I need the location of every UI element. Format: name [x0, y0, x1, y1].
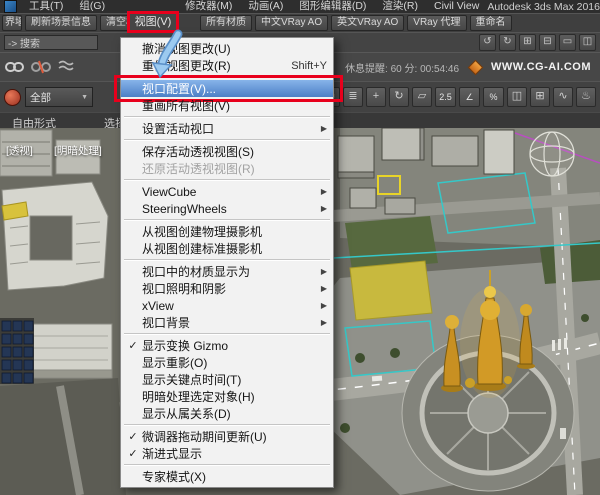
views-menu-dropdown: 撤消视图更改(U) 重做视图更改(R) Shift+Y 视口配置(V)... 重画…	[114, 37, 343, 488]
menu-item-progressive-display[interactable]: ✓ 渐进式显示	[121, 445, 333, 462]
menu-item-update-during-spinner-drag[interactable]: ✓ 微调器拖动期间更新(U)	[121, 428, 333, 445]
select-and-move-icon[interactable]: +	[366, 87, 386, 107]
en-vray-ao-button[interactable]: 英文VRay AO	[331, 15, 405, 31]
menu-item-set-active-viewport[interactable]: 设置活动视口 ▶	[121, 120, 333, 137]
chevron-down-icon: ▼	[81, 93, 88, 101]
menu-item-show-transform-gizmo[interactable]: ✓ 显示变换 Gizmo	[121, 337, 333, 354]
menu-item-shade-selected[interactable]: 明暗处理选定对象(H)	[121, 388, 333, 405]
select-and-link-icon[interactable]	[5, 59, 25, 75]
submenu-arrow-icon: ▶	[320, 301, 327, 310]
rest-reminder-label: 休息提醒: 60 分: 00:54:46	[345, 63, 460, 75]
percent-snap-button[interactable]: %	[483, 87, 504, 107]
menu-item-show-ghosting[interactable]: 显示重影(O)	[121, 354, 333, 371]
gear-icon[interactable]	[4, 88, 21, 106]
select-and-scale-icon[interactable]: ▱	[412, 87, 432, 107]
viewport-pov-label[interactable]: [透视]	[6, 143, 33, 158]
menu-separator	[124, 464, 330, 466]
selection-filter-dropdown[interactable]: 全部 ▼	[25, 87, 93, 107]
menu-item-create-physical-camera-from-view[interactable]: 从视图创建物理摄影机	[121, 223, 333, 240]
view-menu-button[interactable]: 视图(V)	[127, 11, 179, 33]
menu-modifiers[interactable]: 修改器(M)	[177, 0, 240, 13]
menu-rendering[interactable]: 渲染(R)	[374, 0, 426, 13]
menu-item-viewport-background[interactable]: 视口背景 ▶	[121, 314, 333, 331]
menu-item-viewport-lighting-and-shadows[interactable]: 视口照明和阴影 ▶	[121, 280, 333, 297]
menu-civil-view[interactable]: Civil View	[426, 0, 487, 13]
refresh-scene-info-button[interactable]: 刷新场景信息	[25, 15, 97, 31]
menu-separator	[124, 424, 330, 426]
viewport-shading-label[interactable]: [明暗处理]	[54, 143, 102, 158]
dome-wireframe	[529, 131, 575, 177]
menu-bar: 工具(T) 组(G) 修改器(M) 动画(A) 图形编辑器(D) 渲染(R) C…	[0, 0, 600, 13]
curve-editor-icon[interactable]: ∿	[553, 87, 573, 107]
app-title: Autodesk 3ds Max 2016	[487, 0, 600, 13]
snap-toggle-button[interactable]: 2.5	[435, 87, 456, 107]
menu-item-viewcube[interactable]: ViewCube ▶	[121, 183, 333, 200]
menu-item-create-standard-camera-from-view[interactable]: 从视图创建标准摄影机	[121, 240, 333, 257]
submenu-arrow-icon: ▶	[320, 124, 327, 133]
menu-separator	[124, 116, 330, 118]
menu-group[interactable]: 组(G)	[71, 0, 113, 13]
menu-animation[interactable]: 动画(A)	[240, 0, 291, 13]
mirror-icon[interactable]: ◫	[507, 87, 527, 107]
select-and-rotate-icon[interactable]: ↻	[389, 87, 409, 107]
website-label: WWW.CG-AI.COM	[491, 61, 591, 73]
submenu-arrow-icon: ▶	[320, 204, 327, 213]
checkmark-icon: ✓	[128, 431, 138, 443]
scripts-toolbar: 界墙 刷新场景信息 清空材质信息 所有材质 中文VRay AO 英文VRay A…	[0, 13, 600, 32]
vray-proxy-button[interactable]: VRay 代理	[407, 15, 467, 31]
checkmark-icon: ✓	[128, 340, 138, 352]
render-setup-icon[interactable]: ♨	[576, 87, 596, 107]
rename-button[interactable]: 重命名	[469, 15, 512, 31]
menu-item-expert-mode[interactable]: 专家模式(X)	[121, 468, 333, 485]
menu-item-xview[interactable]: xView ▶	[121, 297, 333, 314]
undo-icon[interactable]: ↺	[479, 34, 496, 51]
menu-item-show-dependencies[interactable]: 显示从属关系(D)	[121, 405, 333, 422]
submenu-arrow-icon: ▶	[320, 187, 327, 196]
menu-tools[interactable]: 工具(T)	[21, 0, 71, 13]
all-materials-button[interactable]: 所有材质	[200, 15, 252, 31]
menu-item-material-display-in-viewport[interactable]: 视口中的材质显示为 ▶	[121, 263, 333, 280]
named-selection-icon[interactable]: ▭	[559, 34, 576, 51]
menu-item-steeringwheels[interactable]: SteeringWheels ▶	[121, 200, 333, 217]
select-by-name-icon[interactable]: ≣	[343, 87, 363, 107]
wall-script-button[interactable]: 界墙	[2, 15, 22, 31]
app-logo-icon[interactable]	[4, 0, 17, 13]
menu-item-redo-view-change[interactable]: 重做视图更改(R) Shift+Y	[121, 57, 333, 74]
menu-item-save-active-perspective-view[interactable]: 保存活动透视视图(S)	[121, 143, 333, 160]
menu-item-viewport-configuration[interactable]: 视口配置(V)...	[114, 75, 343, 102]
menu-item-redraw-all-views[interactable]: 重画所有视图(V)	[121, 97, 333, 114]
menu-separator	[124, 139, 330, 141]
redo-icon[interactable]: ↻	[499, 34, 516, 51]
bind-to-spacewarp-icon[interactable]	[57, 59, 75, 75]
angle-snap-button[interactable]: ∠	[459, 87, 480, 107]
submenu-arrow-icon: ▶	[320, 318, 327, 327]
align-icon[interactable]: ⊞	[530, 87, 550, 107]
selection-crossing-icon[interactable]: ⊟	[539, 34, 556, 51]
solar-panels	[0, 318, 34, 384]
menu-separator	[124, 219, 330, 221]
menu-separator	[124, 333, 330, 335]
toolbar-icon[interactable]: ◫	[579, 34, 596, 51]
selection-window-icon[interactable]: ⊞	[519, 34, 536, 51]
search-input[interactable]	[4, 35, 98, 50]
reminder-icon	[467, 59, 484, 75]
cn-vray-ao-button[interactable]: 中文VRay AO	[255, 15, 329, 31]
submenu-arrow-icon: ▶	[320, 284, 327, 293]
submenu-arrow-icon: ▶	[320, 267, 327, 276]
menu-graph-editors[interactable]: 图形编辑器(D)	[291, 0, 374, 13]
menu-separator	[124, 259, 330, 261]
menu-item-undo-view-change[interactable]: 撤消视图更改(U)	[121, 40, 333, 57]
menu-separator	[124, 76, 330, 78]
menu-item-show-key-times[interactable]: 显示关键点时间(T)	[121, 371, 333, 388]
menu-separator	[124, 179, 330, 181]
checkmark-icon: ✓	[128, 448, 138, 460]
menu-item-restore-active-perspective-view[interactable]: 还原活动透视视图(R)	[121, 160, 333, 177]
selection-filter-value: 全部	[30, 91, 51, 104]
unlink-selection-icon[interactable]	[31, 59, 51, 75]
